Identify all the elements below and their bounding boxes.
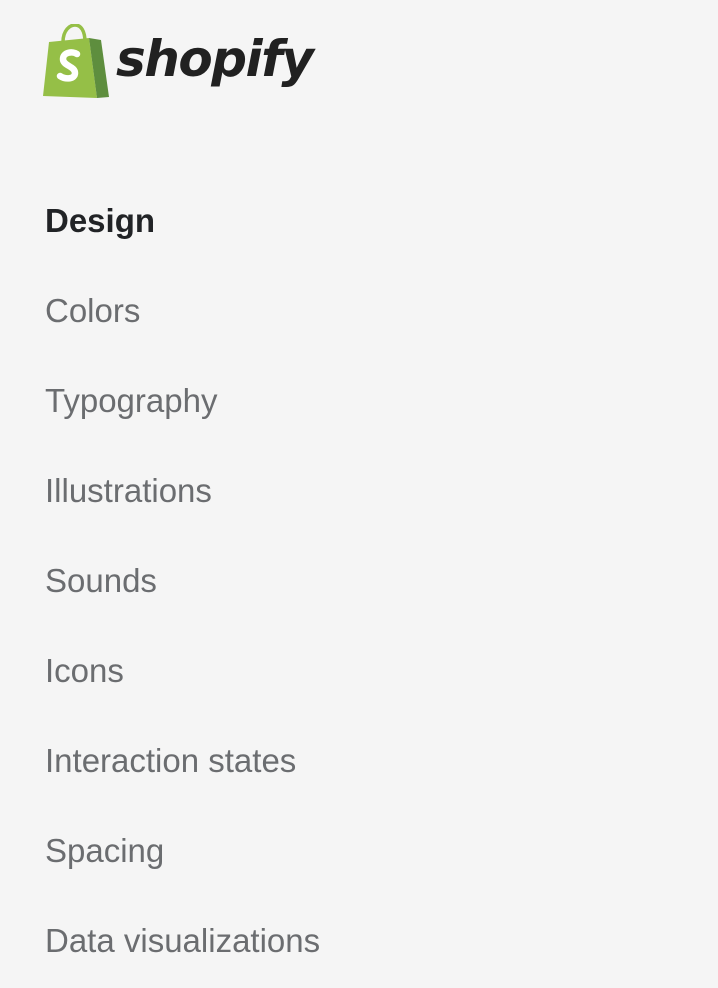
shopify-wordmark: shopify <box>116 30 314 88</box>
nav-item-spacing[interactable]: Spacing <box>45 806 320 896</box>
nav-item-typography[interactable]: Typography <box>45 356 320 446</box>
nav-item-sounds[interactable]: Sounds <box>45 536 320 626</box>
shopify-bag-icon <box>43 24 109 98</box>
nav-item-illustrations[interactable]: Illustrations <box>45 446 320 536</box>
nav-item-interaction-states[interactable]: Interaction states <box>45 716 320 806</box>
shopify-logo-link[interactable]: shopify <box>43 24 314 100</box>
nav-item-icons[interactable]: Icons <box>45 626 320 716</box>
design-nav: Design Colors Typography Illustrations S… <box>45 176 320 986</box>
nav-item-data-visualizations[interactable]: Data visualizations <box>45 896 320 986</box>
nav-heading-design: Design <box>45 202 156 239</box>
nav-item-colors[interactable]: Colors <box>45 266 320 356</box>
